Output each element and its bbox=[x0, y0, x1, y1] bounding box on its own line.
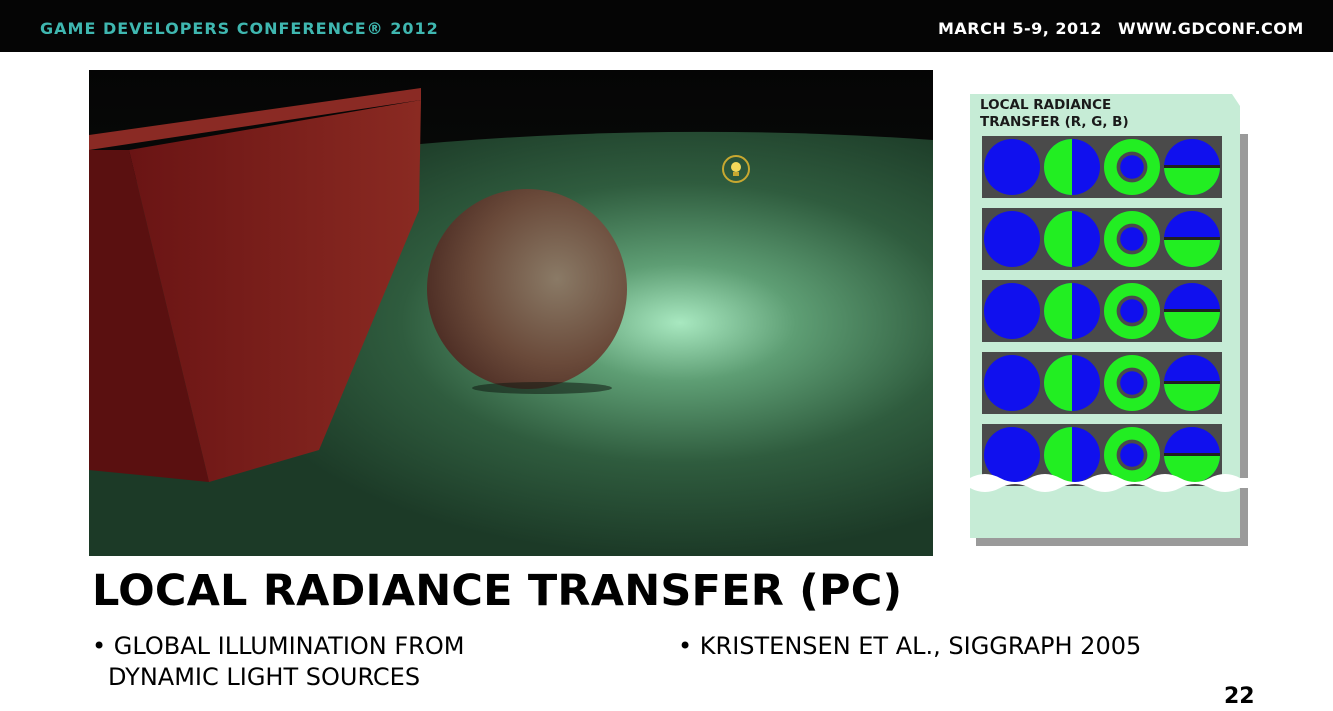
radiance-row bbox=[982, 208, 1222, 270]
radiance-cell-blue-disc bbox=[984, 211, 1040, 267]
radiance-transfer-panel: LOCAL RADIANCE TRANSFER (R, G, B) bbox=[970, 94, 1248, 546]
conference-url: WWW.GDCONF.COM bbox=[1118, 19, 1304, 38]
radiance-cell-blue-disc bbox=[984, 139, 1040, 195]
radiance-cell-half-green-bottom bbox=[1164, 211, 1220, 267]
radiance-cell-green-ring bbox=[1104, 139, 1160, 195]
slide-title: LOCAL RADIANCE TRANSFER (PC) bbox=[92, 566, 903, 616]
bullet-citation: • KRISTENSEN ET AL., SIGGRAPH 2005 bbox=[678, 632, 1142, 660]
radiance-cell-half-green-bottom bbox=[1164, 427, 1220, 483]
page-number: 22 bbox=[1224, 684, 1255, 709]
conference-dates: MARCH 5-9, 2012 bbox=[938, 19, 1102, 38]
radiance-row bbox=[982, 352, 1222, 414]
conference-name: GAME DEVELOPERS CONFERENCE® 2012 bbox=[40, 19, 439, 38]
sphere bbox=[427, 189, 627, 389]
radiance-cell-half-green-bottom bbox=[1164, 139, 1220, 195]
bullet-global-illumination-cont: DYNAMIC LIGHT SOURCES bbox=[108, 663, 421, 691]
radiance-cell-half-green-bottom bbox=[1164, 355, 1220, 411]
radiance-row bbox=[982, 136, 1222, 198]
radiance-cell-half-green-left bbox=[1044, 211, 1100, 267]
radiance-cell-green-ring bbox=[1104, 283, 1160, 339]
radiance-cell-blue-disc bbox=[984, 427, 1040, 483]
render-scene bbox=[89, 70, 933, 556]
radiance-cell-half-green-left bbox=[1044, 283, 1100, 339]
radiance-grid bbox=[970, 94, 1248, 546]
radiance-row bbox=[982, 280, 1222, 342]
panel-label: LOCAL RADIANCE TRANSFER (R, G, B) bbox=[980, 97, 1129, 130]
render-screenshot bbox=[89, 70, 933, 556]
radiance-cell-half-green-bottom bbox=[1164, 283, 1220, 339]
radiance-cell-green-ring bbox=[1104, 211, 1160, 267]
radiance-cell-green-ring bbox=[1104, 355, 1160, 411]
radiance-cell-blue-disc bbox=[984, 355, 1040, 411]
radiance-cell-green-ring bbox=[1104, 427, 1160, 483]
radiance-cell-blue-disc bbox=[984, 283, 1040, 339]
header-bar: GAME DEVELOPERS CONFERENCE® 2012 MARCH 5… bbox=[0, 0, 1333, 52]
radiance-cell-half-green-left bbox=[1044, 139, 1100, 195]
radiance-cell-half-green-left bbox=[1044, 427, 1100, 483]
bullet-global-illumination: • GLOBAL ILLUMINATION FROM bbox=[92, 632, 465, 660]
radiance-cell-half-green-left bbox=[1044, 355, 1100, 411]
